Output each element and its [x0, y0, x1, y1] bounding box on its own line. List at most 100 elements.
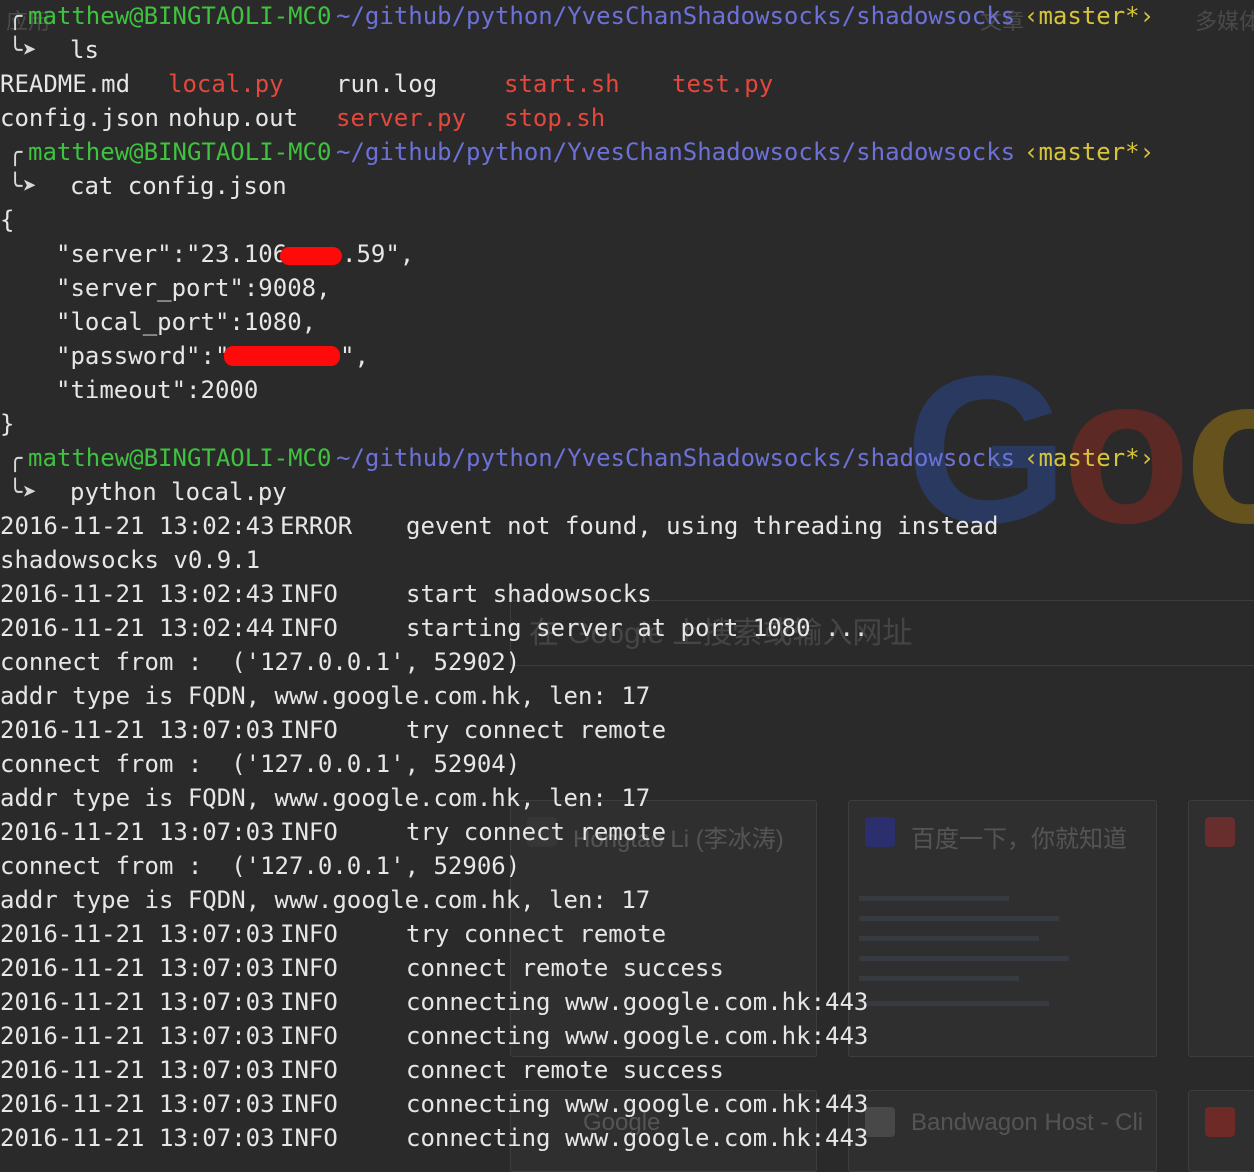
- command-text: python local.py: [70, 478, 287, 506]
- command-text: cat config.json: [70, 172, 287, 200]
- log-line: 2016-11-21 13:07:03 INFO connecting www.go…: [0, 1019, 1254, 1053]
- terminal-window[interactable]: ╭ matthew@BINGTAOLI-MC0 ~/github/python/…: [0, 0, 1254, 1152]
- log-level: INFO: [280, 954, 338, 982]
- prompt-line: ╭ matthew@BINGTAOLI-MC0 ~/github/python/…: [0, 0, 1254, 33]
- json-brace-open: {: [0, 206, 15, 234]
- log-message: connecting www.google.com.hk:443: [406, 1090, 869, 1118]
- log-line: 2016-11-21 13:07:03 INFO connecting www.go…: [0, 1087, 1254, 1121]
- redaction-mark: [224, 346, 340, 366]
- log-timestamp: 2016-11-21 13:07:03: [0, 1124, 275, 1152]
- log-timestamp: 2016-11-21 13:07:03: [0, 1090, 275, 1118]
- prompt-arrow-icon: ╰➤: [8, 172, 37, 200]
- log-message: try connect remote: [406, 920, 667, 948]
- log-level: INFO: [280, 1090, 338, 1118]
- prompt-branch: ‹master*›: [1024, 2, 1155, 30]
- log-line: 2016-11-21 13:02:43 ERROR gevent not found…: [0, 509, 1254, 543]
- log-timestamp: 2016-11-21 13:02:43: [0, 580, 275, 608]
- log-line: 2016-11-21 13:07:03 INFO try connect remot…: [0, 713, 1254, 747]
- log-line: addr type is FQDN, www.google.com.hk, le…: [0, 883, 1254, 917]
- prompt-path: ~/github/python/YvesChanShadowsocks/shad…: [336, 138, 1016, 166]
- file-name: server.py: [336, 104, 467, 132]
- log-timestamp: 2016-11-21 13:02:44: [0, 614, 275, 642]
- command-line: ╰➤ python local.py: [0, 475, 600, 509]
- prompt-user-host: matthew@BINGTAOLI-MC0: [28, 138, 332, 166]
- log-text: shadowsocks v0.9.1: [0, 546, 261, 574]
- log-line: 2016-11-21 13:07:03 INFO connect remote su…: [0, 1053, 1254, 1087]
- log-message: connecting www.google.com.hk:443: [406, 988, 869, 1016]
- log-message: connecting www.google.com.hk:443: [406, 1124, 869, 1152]
- log-line: connect from : ('127.0.0.1', 52906): [0, 849, 1254, 883]
- prompt-line: ╭ matthew@BINGTAOLI-MC0 ~/github/python/…: [0, 135, 1254, 169]
- log-level: INFO: [280, 1022, 338, 1050]
- log-text: connect from : ('127.0.0.1', 52902): [0, 648, 521, 676]
- ls-output-row: README.md local.py run.log start.sh test…: [0, 67, 900, 101]
- log-level: INFO: [280, 716, 338, 744]
- json-brace-close: }: [0, 410, 15, 438]
- log-timestamp: 2016-11-21 13:07:03: [0, 954, 275, 982]
- prompt-arrow-icon: ╰➤: [8, 478, 37, 506]
- log-level: INFO: [280, 818, 338, 846]
- log-level: INFO: [280, 614, 338, 642]
- command-text: ls: [70, 36, 99, 64]
- log-line: connect from : ('127.0.0.1', 52902): [0, 645, 1254, 679]
- log-level: ERROR: [280, 512, 353, 540]
- ls-output-row: config.json nohup.out server.py stop.sh: [0, 101, 900, 135]
- log-line: 2016-11-21 13:07:03 INFO connecting www.go…: [0, 985, 1254, 1019]
- log-line: addr type is FQDN, www.google.com.hk, le…: [0, 781, 1254, 815]
- prompt-user-host: matthew@BINGTAOLI-MC0: [28, 444, 332, 472]
- log-message: connecting www.google.com.hk:443: [406, 1022, 869, 1050]
- log-timestamp: 2016-11-21 13:07:03: [0, 818, 275, 846]
- prompt-user-host: matthew@BINGTAOLI-MC0: [28, 2, 332, 30]
- log-timestamp: 2016-11-21 13:07:03: [0, 1022, 275, 1050]
- file-name: README.md: [0, 70, 131, 98]
- config-server-port-line: "server_port":9008,: [56, 274, 331, 302]
- log-level: INFO: [280, 1124, 338, 1152]
- log-text: connect from : ('127.0.0.1', 52906): [0, 852, 521, 880]
- command-line: ╰➤ ls: [0, 33, 600, 67]
- config-local-port-line: "local_port":1080,: [56, 308, 317, 336]
- file-name: start.sh: [504, 70, 620, 98]
- prompt-branch: ‹master*›: [1024, 444, 1155, 472]
- log-level: INFO: [280, 988, 338, 1016]
- log-line: shadowsocks v0.9.1: [0, 543, 1254, 577]
- file-name: config.json: [0, 104, 159, 132]
- log-line: 2016-11-21 13:02:43 INFO start shadowsocks: [0, 577, 1254, 611]
- prompt-arrow-icon: ╰➤: [8, 36, 37, 64]
- log-message: gevent not found, using threading instea…: [406, 512, 999, 540]
- prompt-path: ~/github/python/YvesChanShadowsocks/shad…: [336, 2, 1016, 30]
- file-name: stop.sh: [504, 104, 606, 132]
- log-message: try connect remote: [406, 716, 667, 744]
- log-message: connect remote success: [406, 1056, 724, 1084]
- log-message: try connect remote: [406, 818, 667, 846]
- config-password-line: "password":" ",: [56, 342, 369, 370]
- log-timestamp: 2016-11-21 13:07:03: [0, 716, 275, 744]
- config-server-line: "server":"23.106 .59",: [56, 240, 415, 268]
- command-line: ╰➤ cat config.json: [0, 169, 600, 203]
- log-line: 2016-11-21 13:07:03 INFO try connect remot…: [0, 917, 1254, 951]
- log-line: connect from : ('127.0.0.1', 52904): [0, 747, 1254, 781]
- log-message: start shadowsocks: [406, 580, 652, 608]
- log-text: addr type is FQDN, www.google.com.hk, le…: [0, 886, 651, 914]
- log-line: 2016-11-21 13:07:03 INFO try connect remot…: [0, 815, 1254, 849]
- log-timestamp: 2016-11-21 13:07:03: [0, 1056, 275, 1084]
- log-timestamp: 2016-11-21 13:07:03: [0, 920, 275, 948]
- log-timestamp: 2016-11-21 13:07:03: [0, 988, 275, 1016]
- log-line: 2016-11-21 13:07:03 INFO connecting www.go…: [0, 1121, 1254, 1155]
- prompt-line: ╭ matthew@BINGTAOLI-MC0 ~/github/python/…: [0, 441, 1254, 475]
- log-message: starting server at port 1080 ...: [406, 614, 869, 642]
- prompt-branch: ‹master*›: [1024, 138, 1155, 166]
- file-name: run.log: [336, 70, 438, 98]
- log-timestamp: 2016-11-21 13:02:43: [0, 512, 275, 540]
- file-name: local.py: [168, 70, 284, 98]
- log-level: INFO: [280, 580, 338, 608]
- redaction-mark: [280, 247, 342, 265]
- log-line: 2016-11-21 13:07:03 INFO connect remote su…: [0, 951, 1254, 985]
- log-level: INFO: [280, 1056, 338, 1084]
- log-text: addr type is FQDN, www.google.com.hk, le…: [0, 784, 651, 812]
- log-line: 2016-11-21 13:02:44 INFO starting server a…: [0, 611, 1254, 645]
- log-message: connect remote success: [406, 954, 724, 982]
- file-name: nohup.out: [168, 104, 299, 132]
- config-timeout-line: "timeout":2000: [56, 376, 259, 404]
- file-name: test.py: [672, 70, 774, 98]
- prompt-path: ~/github/python/YvesChanShadowsocks/shad…: [336, 444, 1016, 472]
